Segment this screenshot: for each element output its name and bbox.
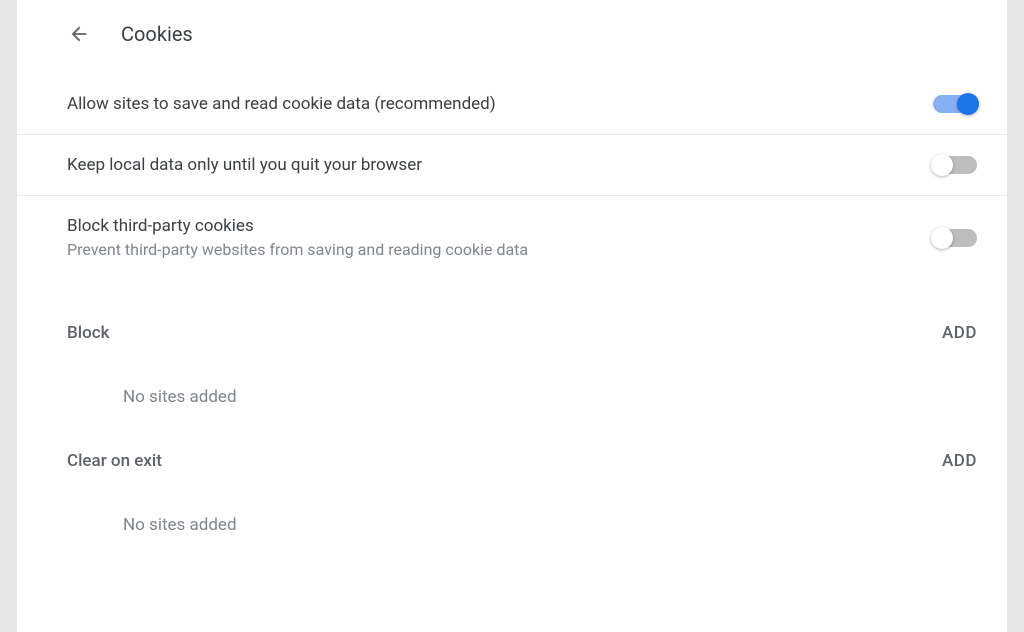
add-clear-on-exit-button[interactable]: ADD bbox=[942, 451, 977, 471]
setting-block-third-party: Block third-party cookies Prevent third-… bbox=[17, 196, 1007, 279]
toggle-keep-local-data[interactable] bbox=[933, 156, 977, 174]
setting-desc: Prevent third-party websites from saving… bbox=[67, 240, 528, 259]
page-header: Cookies bbox=[17, 0, 1007, 74]
block-empty-text: No sites added bbox=[17, 359, 1007, 407]
back-arrow-icon[interactable] bbox=[67, 22, 91, 46]
toggle-block-third-party[interactable] bbox=[933, 229, 977, 247]
page-title: Cookies bbox=[121, 22, 193, 46]
section-header-block: Block ADD bbox=[17, 279, 1007, 359]
setting-label: Keep local data only until you quit your… bbox=[67, 155, 422, 175]
settings-page: Cookies Allow sites to save and read coo… bbox=[17, 0, 1007, 632]
setting-label: Block third-party cookies bbox=[67, 216, 528, 236]
section-title: Block bbox=[67, 323, 109, 343]
add-block-button[interactable]: ADD bbox=[942, 323, 977, 343]
section-header-clear-on-exit: Clear on exit ADD bbox=[17, 407, 1007, 487]
clear-on-exit-empty-text: No sites added bbox=[17, 487, 1007, 535]
section-title: Clear on exit bbox=[67, 451, 162, 471]
toggle-allow-cookies[interactable] bbox=[933, 95, 977, 113]
setting-keep-local-data: Keep local data only until you quit your… bbox=[17, 135, 1007, 196]
setting-allow-cookies: Allow sites to save and read cookie data… bbox=[17, 74, 1007, 135]
setting-label: Allow sites to save and read cookie data… bbox=[67, 94, 496, 114]
